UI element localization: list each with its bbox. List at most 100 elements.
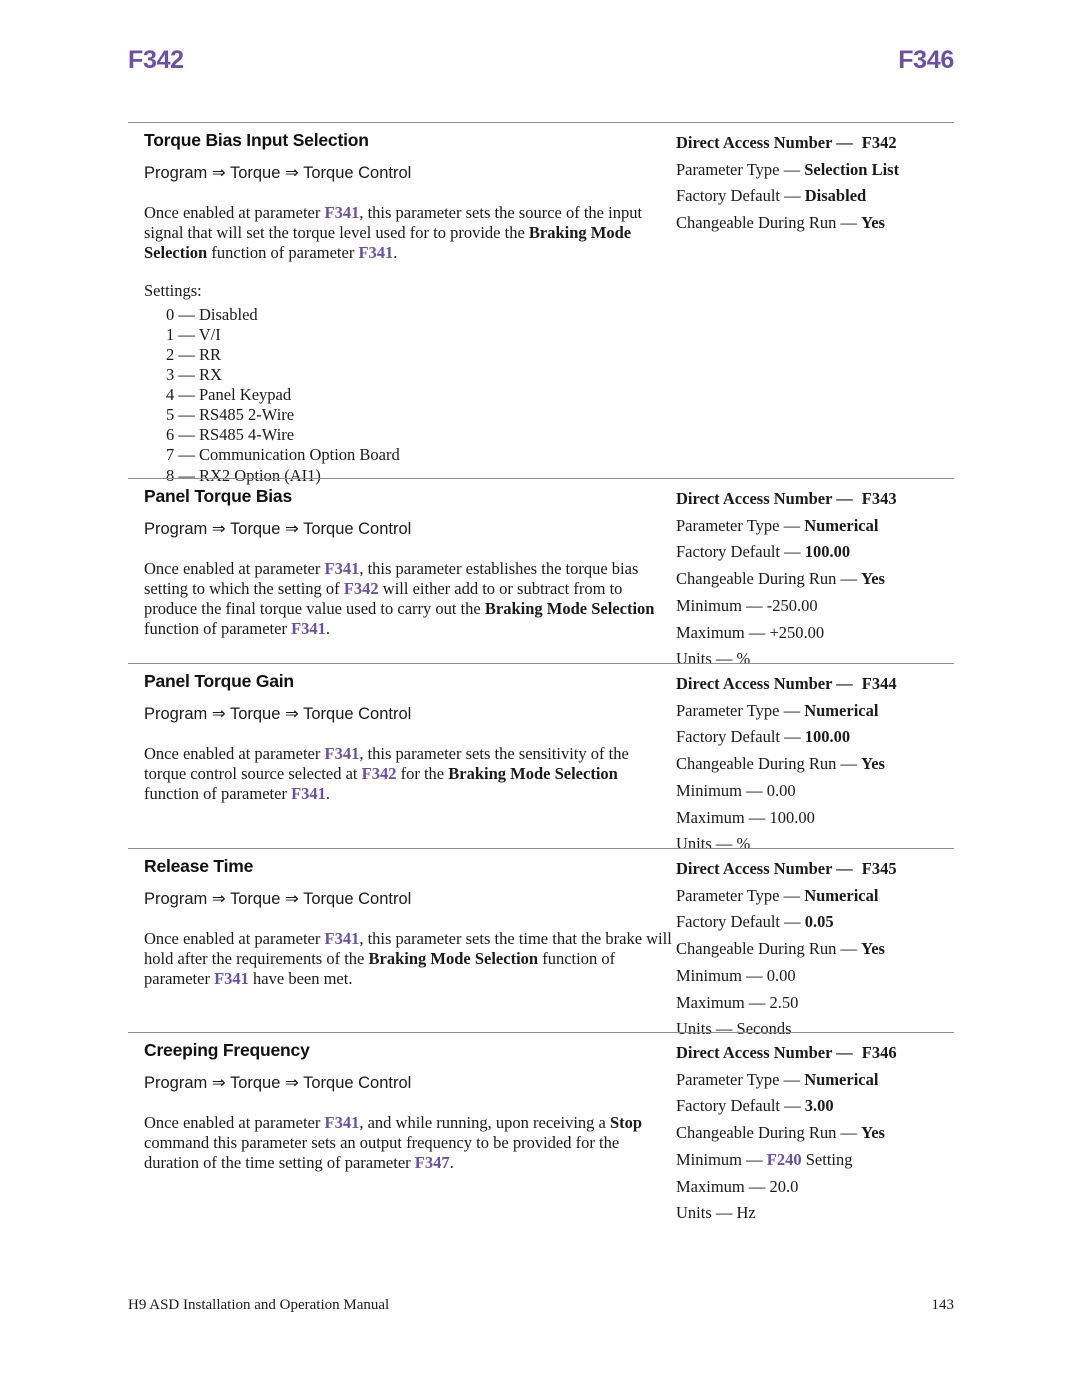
- spec-minimum: Minimum — F240 Setting: [676, 1147, 954, 1174]
- spec-maximum: Maximum — +250.00: [676, 620, 954, 647]
- spec-direct-access-number-label: Direct Access Number —: [676, 133, 853, 152]
- spec-changeable-during-run: Changeable During Run — Yes: [676, 1120, 954, 1147]
- emphasis-text: Stop: [609, 1113, 643, 1132]
- body-text: .: [325, 784, 331, 804]
- parameter-reference[interactable]: F342: [362, 764, 397, 783]
- spec-direct-access-number-label: Direct Access Number —: [676, 1043, 853, 1062]
- breadcrumb: Program ⇒ Torque ⇒ Torque Control: [144, 705, 412, 723]
- settings-list-item: 0 — Disabled: [166, 305, 258, 325]
- parameter-reference[interactable]: F342: [344, 579, 379, 598]
- spec-factory-default: Factory Default — 3.00: [676, 1093, 954, 1120]
- parameter-reference[interactable]: F341: [324, 203, 359, 222]
- parameter-description-column: Torque Bias Input Selection Program ⇒ Tor…: [128, 130, 674, 486]
- parameter-reference[interactable]: F341: [324, 1113, 359, 1132]
- body-text: Once enabled at parameter: [144, 929, 325, 948]
- parameter-reference[interactable]: F341: [291, 784, 326, 803]
- direct-access-number-value: F342: [861, 133, 897, 152]
- running-head-left: F342: [128, 46, 184, 74]
- parameter-reference[interactable]: F341: [214, 969, 249, 988]
- settings-list-item: 3 — RX: [166, 365, 222, 385]
- parameter-reference[interactable]: F341: [291, 619, 326, 638]
- parameter-type-value: Numerical: [804, 700, 879, 720]
- settings-list-item: 4 — Panel Keypad: [166, 385, 292, 405]
- spec-maximum-label: Maximum —: [676, 992, 770, 1012]
- spec-factory-default-label: Factory Default —: [676, 542, 805, 562]
- footer-page-number: 143: [931, 1297, 955, 1313]
- parameter-reference[interactable]: F341: [324, 744, 359, 763]
- spec-changeable-during-run: Changeable During Run — Yes: [676, 936, 954, 963]
- parameter-title: Torque Bias Input Selection: [144, 130, 369, 150]
- manual-page: F342 F346 Torque Bias Input Selection Pro…: [0, 0, 1080, 1397]
- parameter-description-column: Panel Torque Gain Program ⇒ Torque ⇒ Torq…: [128, 671, 674, 804]
- parameter-reference[interactable]: F341: [324, 929, 359, 948]
- spec-list: Direct Access Number — F343 Parameter Type…: [676, 486, 954, 673]
- parameter-type-value: Numerical: [804, 885, 879, 905]
- parameter-specs-column: Direct Access Number — F344 Parameter Type…: [674, 671, 954, 858]
- spec-direct-access-number: Direct Access Number — F344: [676, 671, 954, 698]
- units-value: Hz: [736, 1203, 756, 1223]
- factory-default-value: 100.00: [804, 727, 851, 747]
- spec-factory-default-label: Factory Default —: [676, 186, 805, 206]
- breadcrumb: Program ⇒ Torque ⇒ Torque Control: [144, 164, 412, 182]
- settings-list: 0 — Disabled 1 — V/I 2 — RR 3 — RX 4 — Panel…: [144, 305, 674, 485]
- maximum-value: 2.50: [769, 992, 799, 1012]
- body-text: command this parameter sets an output fr…: [144, 1133, 620, 1173]
- settings-list-item: 2 — RR: [166, 345, 222, 365]
- parameter-block-f343: Panel Torque Bias Program ⇒ Torque ⇒ Torq…: [128, 478, 954, 673]
- parameter-description-column: Panel Torque Bias Program ⇒ Torque ⇒ Torq…: [128, 486, 674, 639]
- settings-list-item: 1 — V/I: [166, 325, 221, 345]
- parameter-specs-column: Direct Access Number — F345 Parameter Type…: [674, 856, 954, 1043]
- spec-minimum: Minimum — 0.00: [676, 963, 954, 990]
- spec-changeable-during-run-label: Changeable During Run —: [676, 754, 862, 774]
- parameter-description-column: Release Time Program ⇒ Torque ⇒ Torque Co…: [128, 856, 674, 989]
- parameter-reference[interactable]: F341: [358, 243, 393, 262]
- spec-direct-access-number: Direct Access Number — F343: [676, 486, 954, 513]
- spec-maximum: Maximum — 2.50: [676, 990, 954, 1017]
- body-text: , and while running, upon receiving a: [359, 1113, 610, 1132]
- spec-direct-access-number-label: Direct Access Number —: [676, 489, 853, 508]
- body-text: for the: [396, 764, 449, 784]
- parameter-block-f346: Creeping Frequency Program ⇒ Torque ⇒ Tor…: [128, 1032, 954, 1227]
- body-text: .: [449, 1153, 454, 1173]
- parameter-block-f344: Panel Torque Gain Program ⇒ Torque ⇒ Torq…: [128, 663, 954, 858]
- footer-manual-title: H9 ASD Installation and Operation Manual: [128, 1297, 390, 1313]
- spec-direct-access-number-label: Direct Access Number —: [676, 859, 853, 878]
- parameter-description: Once enabled at parameter F341, this par…: [144, 203, 674, 263]
- parameter-specs-column: Direct Access Number — F342 Parameter Type…: [674, 130, 954, 237]
- body-text: function of parameter: [144, 619, 292, 639]
- parameter-reference[interactable]: F341: [324, 559, 359, 578]
- spec-minimum-label: Minimum —: [676, 965, 767, 985]
- settings-list-item: 7 — Communication Option Board: [166, 445, 400, 465]
- running-head-right: F346: [898, 46, 954, 74]
- parameter-description-column: Creeping Frequency Program ⇒ Torque ⇒ Tor…: [128, 1040, 674, 1173]
- parameter-reference[interactable]: F240: [767, 1150, 802, 1169]
- parameter-type-value: Selection List: [804, 159, 900, 179]
- direct-access-number-value: F346: [861, 1043, 897, 1062]
- spec-parameter-type-label: Parameter Type —: [676, 700, 805, 720]
- parameter-block-f345: Release Time Program ⇒ Torque ⇒ Torque Co…: [128, 848, 954, 1043]
- spec-changeable-during-run-label: Changeable During Run —: [676, 1123, 862, 1143]
- parameter-reference[interactable]: F347: [415, 1153, 450, 1172]
- minimum-value: 0.00: [766, 965, 796, 985]
- spec-factory-default: Factory Default — 100.00: [676, 724, 954, 751]
- changeable-during-run-value: Yes: [861, 1123, 885, 1143]
- breadcrumb: Program ⇒ Torque ⇒ Torque Control: [144, 890, 412, 908]
- spec-parameter-type-label: Parameter Type —: [676, 885, 805, 905]
- direct-access-number-value: F343: [861, 489, 897, 508]
- spec-minimum-label: Minimum —: [676, 595, 767, 615]
- spec-factory-default-label: Factory Default —: [676, 912, 805, 932]
- changeable-during-run-value: Yes: [861, 569, 885, 589]
- parameter-block-f342: Torque Bias Input Selection Program ⇒ Tor…: [128, 122, 954, 486]
- spec-maximum-label: Maximum —: [676, 1176, 770, 1196]
- factory-default-value: 3.00: [804, 1096, 834, 1116]
- spec-parameter-type: Parameter Type — Numerical: [676, 698, 954, 725]
- spec-changeable-during-run: Changeable During Run — Yes: [676, 566, 954, 593]
- parameter-description: Once enabled at parameter F341, this par…: [144, 929, 674, 989]
- minimum-value: -250.00: [766, 595, 818, 615]
- maximum-value: 20.0: [769, 1176, 799, 1196]
- spec-list: Direct Access Number — F346 Parameter Type…: [676, 1040, 954, 1227]
- factory-default-value: 100.00: [804, 542, 851, 562]
- settings-list-item: 5 — RS485 2-Wire: [166, 405, 295, 425]
- parameter-title: Panel Torque Bias: [144, 486, 292, 506]
- spec-parameter-type-label: Parameter Type —: [676, 515, 805, 535]
